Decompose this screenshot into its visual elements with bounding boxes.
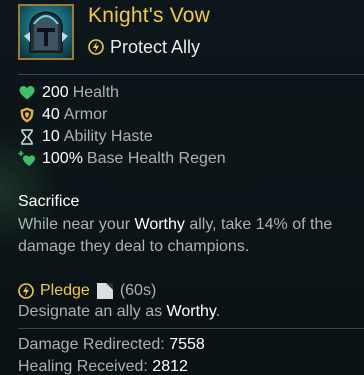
heart-icon (18, 84, 36, 102)
tracker-value: 7558 (169, 336, 205, 353)
stat-armor: 40 Armor (18, 104, 358, 126)
passive-row: Protect Ally (88, 36, 200, 58)
stat-label: Armor (63, 106, 108, 123)
item-header: Knight's Vow Protect Ally (18, 4, 364, 66)
sacrifice-text: damage they deal to champions. (18, 238, 250, 255)
stat-value: 40 (42, 106, 60, 123)
tracker-label: Damage Redirected: (18, 336, 170, 353)
hourglass-icon (18, 128, 36, 146)
tracker-value: 2812 (152, 358, 188, 375)
stat-label: Ability Haste (63, 128, 153, 145)
pledge-cooldown: (60s) (119, 282, 157, 299)
knights-vow-helmet-icon (18, 4, 74, 60)
divider (18, 74, 364, 75)
sacrifice-text: While near your (18, 216, 135, 233)
lightning-bolt-icon (88, 39, 104, 55)
divider (18, 328, 364, 329)
stat-health-regen: 100% Base Health Regen (18, 148, 358, 170)
healing-received: Healing Received: 2812 (18, 358, 188, 375)
pledge-description: Designate an ally as Worthy. (18, 301, 364, 323)
sacrifice-title: Sacrifice (18, 193, 80, 210)
stat-ability-haste: 10 Ability Haste (18, 126, 358, 148)
worthy-keyword: Worthy (166, 303, 216, 320)
stat-label: Base Health Regen (86, 150, 226, 167)
item-name: Knight's Vow (88, 4, 210, 27)
stat-value: 200 (42, 84, 69, 101)
tracker-label: Healing Received: (18, 358, 153, 375)
pledge-active-row: Pledge (60s) (18, 280, 156, 302)
active-ability-icon (96, 282, 114, 300)
passive-label: Protect Ally (110, 36, 201, 57)
lightning-bolt-icon (18, 283, 34, 299)
stat-label: Health (72, 84, 119, 101)
sacrifice-text: ally, take 14% of the (184, 216, 333, 233)
pledge-text: Designate an ally as (18, 303, 167, 320)
stats-list: 200 Health 40 Armor 10 Ability Haste 100… (18, 82, 358, 170)
item-tooltip: Knight's Vow Protect Ally 200 Health 40 … (0, 0, 364, 375)
pledge-name: Pledge (40, 282, 90, 299)
damage-redirected: Damage Redirected: 7558 (18, 336, 205, 354)
sacrifice-description: While near your Worthy ally, take 14% of… (18, 214, 364, 258)
worthy-keyword: Worthy (134, 216, 185, 233)
pledge-text: . (215, 303, 221, 320)
shield-icon (18, 106, 36, 124)
health-regen-icon (18, 150, 36, 168)
stat-value: 10 (42, 128, 60, 145)
stat-health: 200 Health (18, 82, 358, 104)
stat-value: 100% (42, 150, 83, 167)
